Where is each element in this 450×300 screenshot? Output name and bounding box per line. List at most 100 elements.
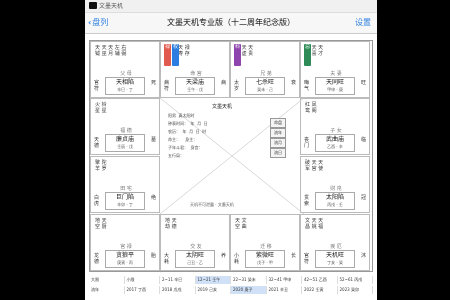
timeline-cell[interactable]: 2017 丁酉 (125, 286, 160, 294)
palace-name: 迁 移 (260, 244, 272, 250)
palace-stem-branch: 己丑 · 乙 (187, 260, 203, 265)
app-icon (89, 2, 97, 9)
palace-main-star: 天机旺 (325, 252, 344, 259)
palace-main-star: 天同旺 (325, 79, 344, 86)
palace-name: 子 女 (330, 128, 342, 134)
palace-left-label: 病 符 (164, 80, 170, 92)
palace-stem-branch: 丁亥 · 癸 (327, 260, 343, 265)
palace-stem-branch: 辛卯 · 丁 (117, 202, 133, 207)
palace-main-star: 太阴旺 (185, 252, 204, 259)
center-info: 阳男 真太阳时 钟表时间： 年 月 日 农历： 年 月 日 时 命主： 身主： … (168, 113, 208, 158)
palace-cell[interactable]: 擎 陀 羊 罗田 宅巨门陷 辛卯 · 丁白 虎绝 (90, 156, 160, 213)
palace-cell[interactable]: 天 天 天 刑 虚 贵兄 弟七杀旺癸未 · 己太 岁衰科 (230, 41, 300, 98)
palace-cell[interactable]: 天 天 天 哭 喜 才夫 妻天同旺甲申 · 庚晦 气旺忌 (300, 41, 370, 98)
palace-cell[interactable]: 天 天 天 左 右 钺 巫 月 辅 弼父 母天相陷 辛巳 · 丁官 符死 (90, 41, 160, 98)
palace-main-box: 紫微旺 戊子 · 甲 (245, 250, 285, 268)
palace-stars: 地 天 劫 德 (165, 218, 177, 230)
window-title: 文墨天机 (99, 3, 124, 10)
palace-cell[interactable]: 文 天 天 昌 姚 福疾 厄天机旺 丁亥 · 癸官 符沐 (300, 214, 370, 271)
palace-name: 交 友 (190, 244, 202, 250)
sihua-tag: 忌 (304, 44, 311, 66)
timeline-cell[interactable]: 小限 (125, 276, 160, 284)
palace-name: 兄 弟 (260, 71, 272, 77)
palace-main-box: 天相陷 辛巳 · 丁 (105, 77, 145, 95)
palace-right-label: 临 (360, 137, 366, 143)
palace-stem-branch: 壬午 · 戊 (187, 87, 203, 92)
palace-left-label: 太 岁 (234, 80, 240, 92)
palace-stem-branch: 甲申 · 庚 (327, 87, 343, 92)
palace-cell[interactable]: 破 天 天 军 官 使财 帛太阳陷 丙戌 · 壬贯 索冠 (300, 156, 370, 213)
palace-left-label: 大 耗 (164, 253, 170, 265)
palace-right-label: 墓 (150, 137, 156, 143)
palace-right-label: 冠 (360, 195, 366, 201)
palace-cell[interactable]: 红 凤 鸾 阁子 女武曲庙 乙酉 · 辛丧 门临 (300, 98, 370, 155)
settings-button[interactable]: 设置 (355, 18, 371, 28)
palace-cell[interactable]: 地 天 空 厨官 禄贪狼平 庚寅 · 丙龙 德胎 (90, 214, 160, 271)
timeline-cell[interactable]: 32~41 甲申 (267, 276, 302, 284)
center-button-3[interactable]: 流月 (270, 138, 286, 148)
palace-left-label: 晦 气 (304, 80, 310, 92)
palace-cell[interactable]: 天 天 天 禄 魁 哭 寿 存命 宫天梁庙壬午 · 戊病 符病禄权 (160, 41, 230, 98)
palace-cell[interactable]: 火 铃 星 星福 德廉贞庙 壬辰 · 戊天 德墓 (90, 98, 160, 155)
timeline-cell[interactable]: 22~31 癸未 (231, 276, 267, 284)
palace-stem-branch: 癸未 · 己 (257, 87, 273, 92)
timeline-cell[interactable]: 2021 辛丑 (267, 286, 302, 294)
timeline-cell[interactable]: 2018 戊戌 (160, 286, 196, 294)
center-button-1[interactable]: 命盘 (270, 118, 286, 128)
palace-main-star: 武曲庙 (325, 136, 344, 143)
timeline-cell[interactable]: 2020 庚子 (231, 286, 267, 294)
palace-stars: 火 铃 星 星 (95, 102, 107, 114)
palace-name: 福 德 (120, 128, 132, 134)
palace-right-label: 衰 (290, 80, 296, 86)
timeline-cell[interactable]: 52~61 丙戌 (338, 276, 373, 284)
sihua-tag: 权 (172, 44, 179, 66)
timeline-cell[interactable]: 2023 癸卯 (338, 286, 373, 294)
palace-main-box: 武曲庙 乙酉 · 辛 (315, 134, 355, 152)
sihua-label: 忌 (304, 44, 310, 50)
palace-stars: 文 天 天 昌 姚 福 (305, 218, 324, 230)
palace-main-star: 紫微旺 (255, 252, 274, 259)
palace-stem-branch: 丙戌 · 壬 (327, 202, 343, 207)
palace-stars: 天 天 天 哭 喜 才 (305, 45, 324, 57)
timeline-cell[interactable]: 2~11 辛巳 (160, 276, 196, 284)
palace-stem-branch: 壬辰 · 戊 (117, 144, 133, 149)
center-button-2[interactable]: 流年 (270, 128, 286, 138)
palace-left-label: 龙 德 (94, 253, 100, 265)
timeline-cell[interactable]: 42~51 乙酉 (302, 276, 338, 284)
timeline-cell[interactable]: 大限 (89, 276, 125, 284)
palace-right-label: 死 (150, 80, 156, 86)
palace-main-star: 天相陷 (115, 79, 134, 86)
palace-stars: 破 天 天 军 官 使 (305, 160, 324, 172)
palace-stars: 天 天 天 刑 虚 贵 (235, 45, 254, 57)
year-row: 流年 2017 丁酉 2018 戊戌 2019 己亥 2020 庚子 2021 辛丑 202… (89, 286, 373, 294)
timeline-cell[interactable]: 2019 己亥 (196, 286, 231, 294)
palace-right-label: 长 (290, 253, 296, 259)
center-button-4[interactable]: 流日 (270, 148, 286, 158)
palace-main-box: 廉贞庙 壬辰 · 戊 (105, 134, 145, 152)
palace-stars: 天 文 空 曲 (235, 218, 247, 230)
sihua-label: 科 (234, 44, 240, 50)
palace-right-label: 旺 (360, 80, 366, 86)
chart-board: 天 天 天 左 右 钺 巫 月 辅 弼父 母天相陷辛巳 · 丁官 符死天 天 天… (89, 40, 373, 272)
palace-main-box: 七杀旺 癸未 · 己 (245, 77, 285, 95)
timeline-cell[interactable]: 12~21 壬午 (195, 276, 231, 284)
app-window: 文墨天机 ‹盘列 文墨天机专业版（十二周年纪念版） 设置 天 天 天 左 右 钺… (85, 0, 377, 300)
sihua-label: 禄 (164, 44, 170, 50)
decade-row: 大限 小限 2~11 辛巳 12~21 壬午 22~31 癸未 32~41 甲申 42~51… (89, 276, 373, 284)
palace-main-box: 贪狼平 庚寅 · 丙 (105, 250, 145, 268)
palace-left-label: 官 符 (94, 80, 100, 92)
sihua-tag: 禄 (164, 44, 171, 66)
timeline-cell[interactable]: 流年 (89, 286, 125, 294)
palace-right-label: 胎 (150, 253, 156, 259)
palace-main-star: 七杀旺 (255, 79, 274, 86)
palace-cell[interactable]: 地 天 劫 德交 友太阴旺 己丑 · 乙大 耗养 (160, 214, 230, 271)
palace-stars: 地 天 空 厨 (95, 218, 107, 230)
center-name: 文墨天机 (212, 104, 233, 110)
palace-left-label: 丧 门 (304, 137, 310, 149)
palace-main-box: 天梁庙 壬午 · 戊 (175, 77, 215, 95)
palace-stem-branch: 乙酉 · 辛 (327, 144, 343, 149)
timeline-cell[interactable]: 2022 壬寅 (302, 286, 338, 294)
palace-cell[interactable]: 天 文 空 曲迁 移紫微旺 戊子 · 甲小 耗长 (230, 214, 300, 271)
palace-main-box: 太阳陷 丙戌 · 壬 (315, 192, 355, 210)
palace-stem-branch: 辛巳 · 丁 (117, 87, 133, 92)
